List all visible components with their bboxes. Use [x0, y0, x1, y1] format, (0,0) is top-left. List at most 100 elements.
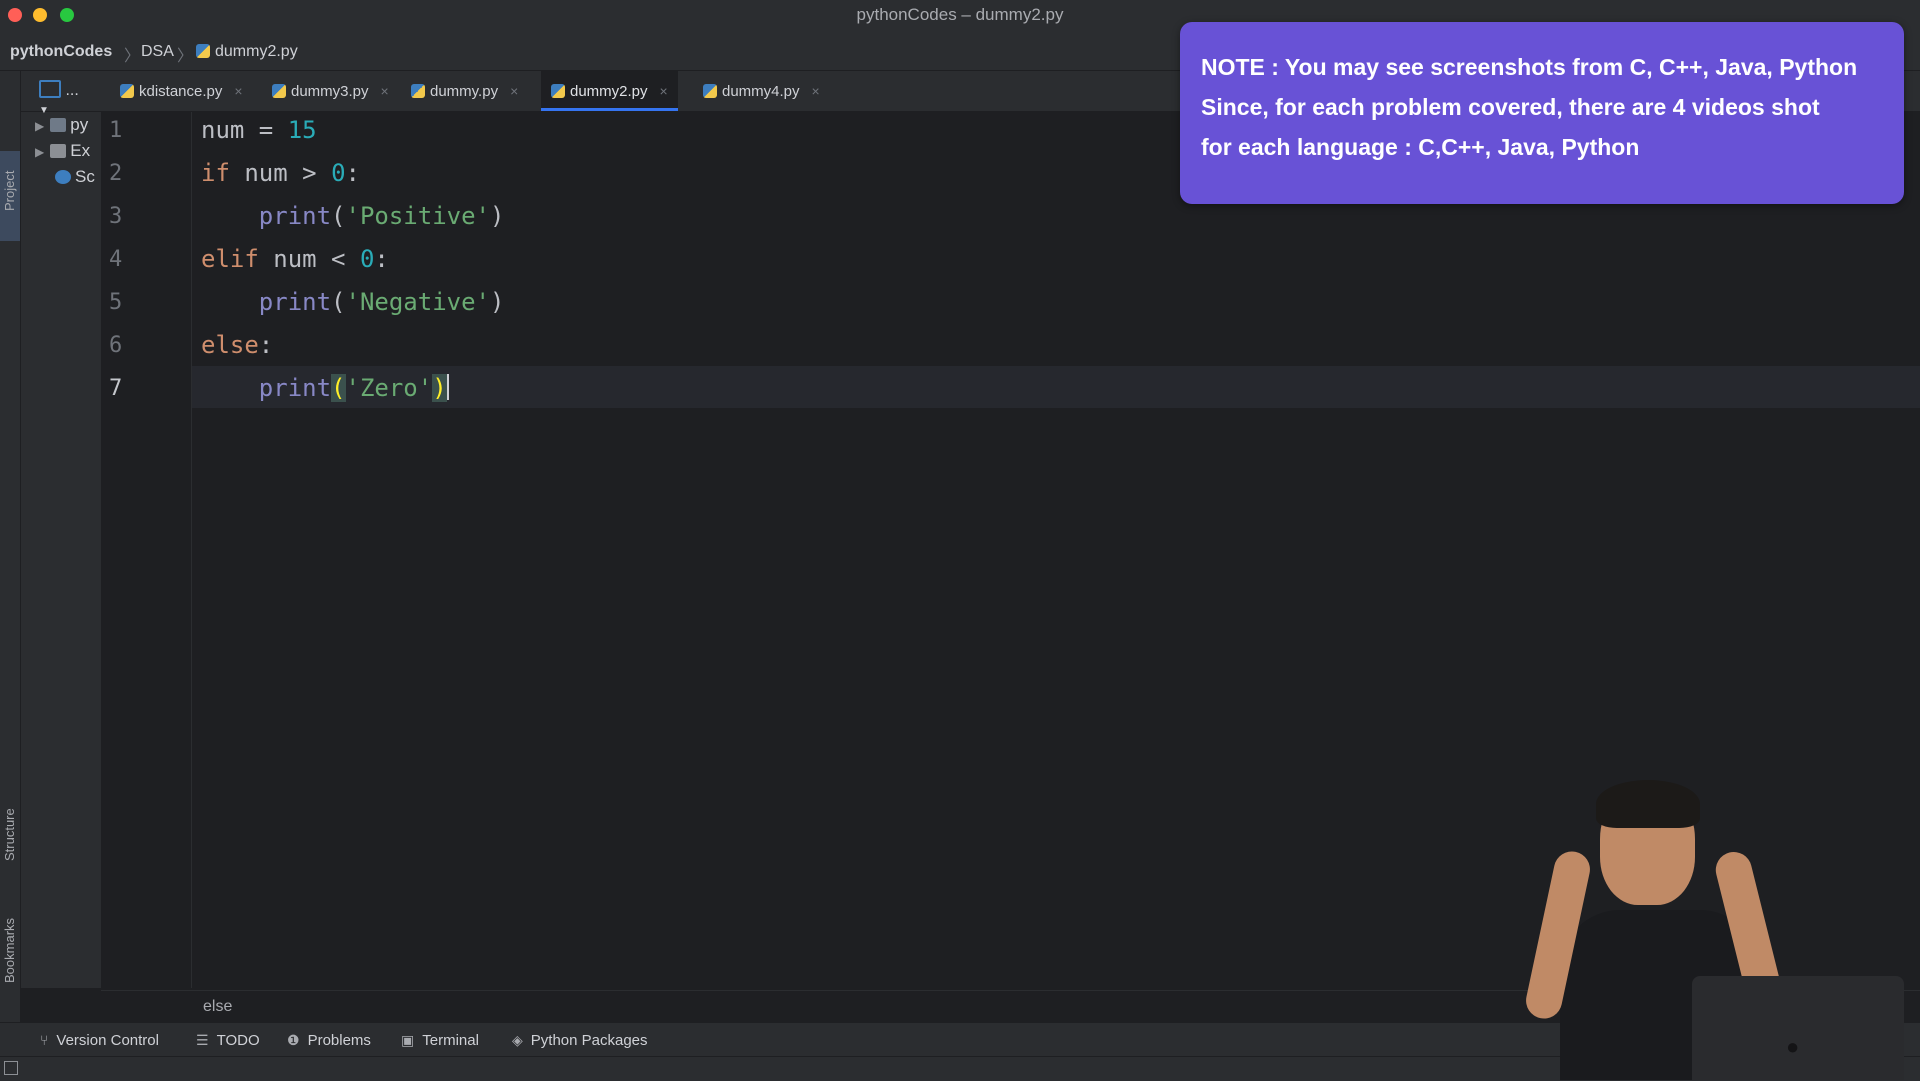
tree-item-label: py [70, 115, 89, 134]
list-icon: ☰ [196, 1032, 209, 1048]
chevron-right-icon[interactable]: ▶ [35, 119, 44, 133]
tab-kdistance[interactable]: kdistance.py × [116, 71, 247, 111]
info-icon: ❶ [287, 1032, 300, 1048]
project-panel: ▶ py ▶ Ex Sc [21, 71, 101, 988]
branch-icon: ⑂ [40, 1032, 49, 1048]
line-number-current: 7 [109, 376, 123, 401]
python-file-icon [703, 84, 717, 98]
structure-tool-button[interactable]: Structure [2, 808, 17, 861]
close-icon[interactable]: × [660, 83, 668, 99]
breadcrumb-file[interactable]: dummy2.py [196, 43, 298, 61]
keyword-token: else [201, 331, 259, 359]
project-tool-button[interactable]: Project [0, 151, 20, 241]
expression-token: num > [229, 159, 332, 187]
close-icon[interactable]: × [234, 83, 242, 99]
note-line: for each language : C,C++, Java, Python [1201, 134, 1640, 160]
breadcrumb-project[interactable]: pythonCodes [10, 43, 112, 61]
laptop-image: ● [1692, 976, 1904, 1080]
presenter-video: ● [1520, 780, 1910, 1080]
tool-label: Python Packages [530, 1032, 648, 1049]
current-line-highlight [192, 366, 1920, 408]
tab-label: dummy4.py [722, 83, 800, 100]
tab-label: dummy2.py [570, 83, 648, 100]
note-line: Since, for each problem covered, there a… [1201, 94, 1820, 120]
line-number: 5 [109, 290, 123, 315]
keyword-token: if [201, 159, 230, 187]
panel-toggle-icon[interactable] [4, 1061, 18, 1075]
builtin-token: print [258, 288, 332, 316]
text-caret [446, 374, 449, 400]
tool-label: TODO [216, 1032, 260, 1049]
colon-token: : [374, 245, 389, 273]
tree-item[interactable]: ▶ Ex [35, 141, 101, 161]
code-line-3: print('Positive') [201, 202, 505, 230]
builtin-token: print [258, 374, 332, 402]
tab-dummy3[interactable]: dummy3.py × [268, 71, 393, 111]
paren-token-highlighted: ( [331, 374, 346, 402]
close-icon[interactable]: × [381, 83, 389, 99]
python-file-icon [411, 84, 425, 98]
code-line-5: print('Negative') [201, 288, 505, 316]
indent-token [201, 288, 259, 316]
paren-token-highlighted: ) [432, 374, 447, 402]
tree-item[interactable]: ▶ py [35, 115, 101, 135]
window-icon [39, 80, 61, 98]
tool-label: Terminal [422, 1032, 479, 1049]
tree-item-label: Sc [75, 167, 95, 186]
code-line-6: else: [201, 331, 273, 359]
breadcrumb-file-label: dummy2.py [215, 43, 298, 60]
folder-icon [50, 118, 67, 132]
line-number: 1 [109, 118, 123, 143]
expression-token: num < [258, 245, 360, 273]
code-line-7: print('Zero') [201, 374, 449, 402]
line-number: 3 [109, 204, 123, 229]
paren-token: ) [490, 202, 505, 230]
operator-token: = [244, 116, 288, 144]
note-line: NOTE : You may see screenshots from C, C… [1201, 54, 1858, 80]
tab-dummy[interactable]: dummy.py × [407, 71, 522, 111]
tab-label: dummy.py [430, 83, 499, 100]
python-file-icon [272, 84, 286, 98]
tab-label: dummy3.py [291, 83, 369, 100]
line-number: 4 [109, 247, 123, 272]
code-line-2: if num > 0: [201, 159, 360, 187]
variable-token: num [201, 116, 245, 144]
paren-token: ( [331, 202, 346, 230]
builtin-token: print [258, 202, 332, 230]
chevron-down-icon: ▼ [39, 105, 49, 116]
library-icon [50, 144, 67, 158]
tool-window-stripe: Project Structure Bookmarks [0, 71, 21, 1051]
problems-tool-button[interactable]: ❶ Problems [287, 1032, 371, 1049]
tab-list-menu[interactable]: ... ▼ [39, 80, 91, 116]
breadcrumb-separator: 〉 [124, 48, 141, 65]
python-packages-tool-button[interactable]: ◈ Python Packages [512, 1032, 648, 1049]
python-file-icon [196, 44, 210, 58]
close-icon[interactable]: × [812, 83, 820, 99]
string-token: 'Negative' [345, 288, 491, 316]
breadcrumb-separator: 〉 [177, 48, 194, 65]
todo-tool-button[interactable]: ☰ TODO [196, 1032, 260, 1049]
chevron-right-icon[interactable]: ▶ [35, 145, 44, 159]
tab-dummy4[interactable]: dummy4.py × [699, 71, 824, 111]
line-number: 2 [109, 161, 123, 186]
line-number: 6 [109, 333, 123, 358]
bookmarks-tool-button[interactable]: Bookmarks [2, 918, 17, 983]
keyword-token: elif [201, 245, 259, 273]
line-number-gutter[interactable]: 1 2 3 4 5 6 7 [101, 112, 192, 988]
tab-menu-label: ... [65, 82, 79, 99]
terminal-tool-button[interactable]: ▣ Terminal [401, 1032, 479, 1049]
breadcrumb-folder[interactable]: DSA [141, 43, 174, 61]
close-icon[interactable]: × [510, 83, 518, 99]
tab-label: kdistance.py [139, 83, 223, 100]
number-token: 0 [331, 159, 346, 187]
tab-dummy2[interactable]: dummy2.py × [541, 71, 678, 111]
colon-token: : [258, 331, 274, 359]
number-token: 0 [359, 245, 375, 273]
version-control-tool-button[interactable]: ⑂ Version Control [40, 1032, 159, 1049]
tree-item-label: Ex [70, 141, 91, 160]
code-line-1: num = 15 [201, 116, 317, 144]
code-breadcrumb-else[interactable]: else [203, 998, 232, 1016]
paren-token: ) [490, 288, 505, 316]
indent-token [201, 202, 259, 230]
project-tool-label: Project [2, 170, 17, 211]
